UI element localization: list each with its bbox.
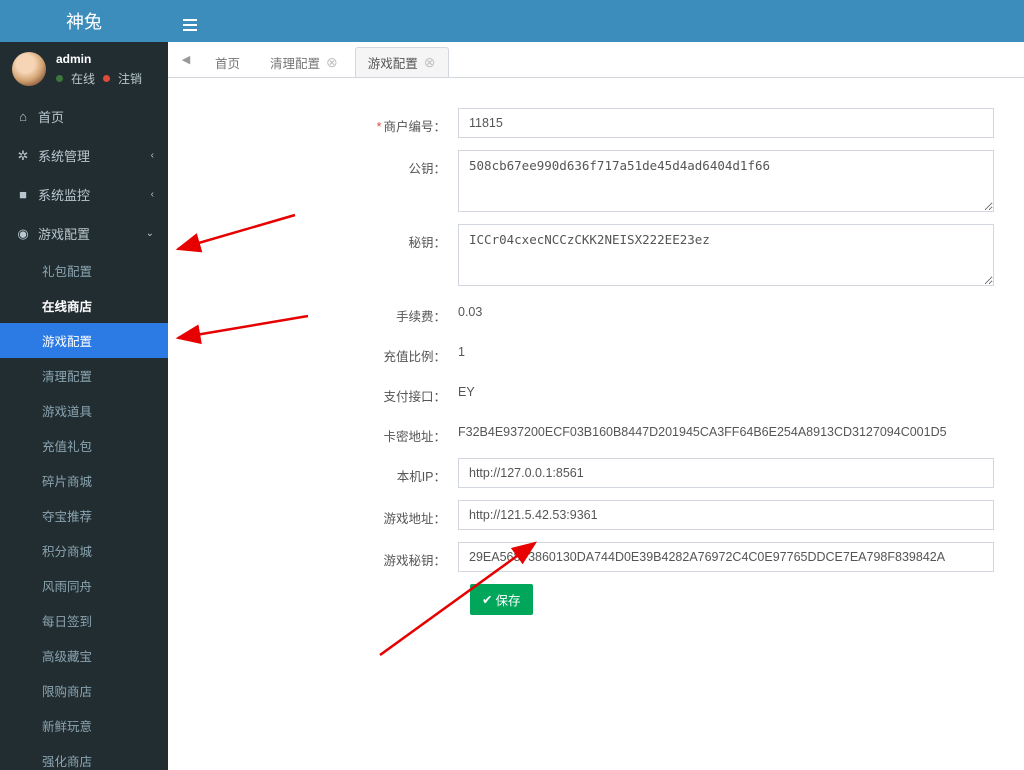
label-public-key: 公钥： xyxy=(198,150,458,177)
field-game-secret: 游戏秘钥： xyxy=(198,542,994,572)
label-local-ip: 本机IP： xyxy=(198,458,458,485)
nav-game-config[interactable]: ◉ 游戏配置 ⌄ xyxy=(0,214,168,253)
label-game-url: 游戏地址： xyxy=(198,500,458,527)
avatar xyxy=(12,52,46,86)
user-info: admin 在线 注销 xyxy=(56,52,142,87)
field-game-url: 游戏地址： xyxy=(198,500,994,530)
home-icon: ⌂ xyxy=(14,109,32,124)
menu-toggle-icon[interactable] xyxy=(168,13,212,30)
tab-clean-config[interactable]: 清理配置 ⊗ xyxy=(257,47,351,77)
sidebar-item-gift-config[interactable]: 礼包配置 xyxy=(0,253,168,288)
user-name: admin xyxy=(56,52,142,66)
status-dot-online xyxy=(56,75,63,82)
label-merchant-id: *商户编号： xyxy=(198,108,458,135)
value-recharge-ratio: 1 xyxy=(458,338,994,366)
sidebar-item-clean-config[interactable]: 清理配置 xyxy=(0,358,168,393)
sidebar-item-game-props[interactable]: 游戏道具 xyxy=(0,393,168,428)
content-panel: *商户编号： 公钥： 508cb67ee990d636f717a51de45d4… xyxy=(168,78,1024,770)
chevron-left-icon: ‹ xyxy=(151,150,154,161)
label-pay-api: 支付接口： xyxy=(198,378,458,405)
sidebar-item-together[interactable]: 风雨同舟 xyxy=(0,568,168,603)
nav-label: 系统监控 xyxy=(38,185,90,204)
field-local-ip: 本机IP： xyxy=(198,458,994,488)
field-merchant-id: *商户编号： xyxy=(198,108,994,138)
field-fee: 手续费： 0.03 xyxy=(198,298,994,326)
close-icon[interactable]: ⊗ xyxy=(424,54,436,71)
nav-label: 系统管理 xyxy=(38,146,90,165)
label-card-url: 卡密地址： xyxy=(198,418,458,445)
sidebar-item-enhance-shop[interactable]: 强化商店 xyxy=(0,743,168,770)
nav-label: 首页 xyxy=(38,107,64,126)
sidebar-item-recharge-gift[interactable]: 充值礼包 xyxy=(0,428,168,463)
tab-label: 游戏配置 xyxy=(368,53,418,72)
chevron-down-icon: ⌄ xyxy=(146,228,154,239)
label-secret-key: 秘钥： xyxy=(198,224,458,251)
tab-label: 清理配置 xyxy=(270,53,320,72)
status-dot-logout xyxy=(103,75,110,82)
status-online[interactable]: 在线 xyxy=(71,70,95,87)
value-fee: 0.03 xyxy=(458,298,994,326)
user-panel: admin 在线 注销 xyxy=(0,42,168,97)
sidebar-item-treasure[interactable]: 夺宝推荐 xyxy=(0,498,168,533)
nav-sub-game-config: 礼包配置 在线商店 游戏配置 清理配置 游戏道具 充值礼包 碎片商城 夺宝推荐 … xyxy=(0,253,168,770)
gear-icon: ✲ xyxy=(14,148,32,164)
main-area: ◀ 首页 清理配置 ⊗ 游戏配置 ⊗ *商户编号： 公钥： 508cb67ee990… xyxy=(168,42,1024,770)
sidebar-item-online-shop[interactable]: 在线商店 xyxy=(0,288,168,323)
sidebar-item-daily-signin[interactable]: 每日签到 xyxy=(0,603,168,638)
value-card-url: F32B4E937200ECF03B160B8447D201945CA3FF64… xyxy=(458,418,994,446)
nav-system-mgmt[interactable]: ✲ 系统管理 ‹ xyxy=(0,136,168,175)
input-local-ip[interactable] xyxy=(458,458,994,488)
label-fee: 手续费： xyxy=(198,298,458,325)
brand-logo: 神兔 xyxy=(0,0,168,42)
value-pay-api: EY xyxy=(458,378,994,406)
topbar: 神兔 xyxy=(0,0,1024,42)
check-icon: ✔ xyxy=(482,592,492,607)
chevron-left-icon: ‹ xyxy=(151,189,154,200)
field-pay-api: 支付接口： EY xyxy=(198,378,994,406)
input-game-url[interactable] xyxy=(458,500,994,530)
sidebar-item-game-config[interactable]: 游戏配置 xyxy=(0,323,168,358)
save-label: 保存 xyxy=(495,590,520,609)
tabs-bar: ◀ 首页 清理配置 ⊗ 游戏配置 ⊗ xyxy=(168,42,1024,78)
field-public-key: 公钥： 508cb67ee990d636f717a51de45d4ad6404d… xyxy=(198,150,994,212)
sidebar-item-fresh-play[interactable]: 新鲜玩意 xyxy=(0,708,168,743)
field-card-url: 卡密地址： F32B4E937200ECF03B160B8447D201945C… xyxy=(198,418,994,446)
label-recharge-ratio: 充值比例： xyxy=(198,338,458,365)
button-row: ✔保存 xyxy=(470,584,994,615)
dashboard-icon: ◉ xyxy=(14,226,32,242)
input-secret-key[interactable]: ICCr04cxecNCCzCKK2NEISX222EE23ez xyxy=(458,224,994,286)
sidebar-item-advanced-treasure[interactable]: 高级藏宝 xyxy=(0,638,168,673)
camera-icon: ■ xyxy=(14,187,32,202)
field-recharge-ratio: 充值比例： 1 xyxy=(198,338,994,366)
sidebar-item-limited-shop[interactable]: 限购商店 xyxy=(0,673,168,708)
logout-link[interactable]: 注销 xyxy=(118,70,142,87)
label-game-secret: 游戏秘钥： xyxy=(198,542,458,569)
nav-label: 游戏配置 xyxy=(38,224,90,243)
input-game-secret[interactable] xyxy=(458,542,994,572)
nav-home[interactable]: ⌂ 首页 xyxy=(0,97,168,136)
user-status: 在线 注销 xyxy=(56,70,142,87)
tab-label: 首页 xyxy=(215,53,240,72)
sidebar: admin 在线 注销 ⌂ 首页 ✲ 系统管理 ‹ ■ 系统监控 ‹ ◉ 游戏配… xyxy=(0,42,168,770)
save-button[interactable]: ✔保存 xyxy=(470,584,533,615)
field-secret-key: 秘钥： ICCr04cxecNCCzCKK2NEISX222EE23ez xyxy=(198,224,994,286)
tab-game-config[interactable]: 游戏配置 ⊗ xyxy=(355,47,449,77)
close-icon[interactable]: ⊗ xyxy=(326,54,338,71)
nav-system-monitor[interactable]: ■ 系统监控 ‹ xyxy=(0,175,168,214)
sidebar-item-fragment-mall[interactable]: 碎片商城 xyxy=(0,463,168,498)
input-public-key[interactable]: 508cb67ee990d636f717a51de45d4ad6404d1f66 xyxy=(458,150,994,212)
tab-home[interactable]: 首页 xyxy=(202,47,253,77)
tabs-scroll-left[interactable]: ◀ xyxy=(174,42,198,77)
sidebar-item-points-mall[interactable]: 积分商城 xyxy=(0,533,168,568)
input-merchant-id[interactable] xyxy=(458,108,994,138)
